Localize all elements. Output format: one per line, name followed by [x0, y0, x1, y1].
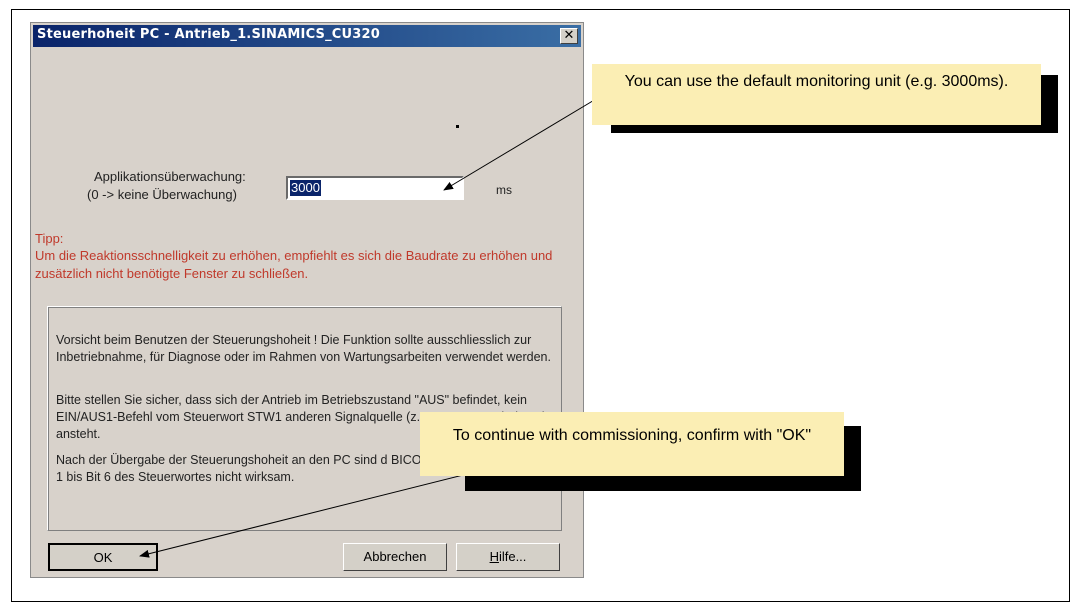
- monitoring-label-line2: (0 -> keine Überwachung): [87, 187, 237, 202]
- dialog-title: Steuerhoheit PC - Antrieb_1.SINAMICS_CU3…: [37, 27, 381, 42]
- title-bar[interactable]: Steuerhoheit PC - Antrieb_1.SINAMICS_CU3…: [33, 25, 581, 47]
- help-accelerator: H: [489, 549, 499, 564]
- ok-button[interactable]: OK: [48, 543, 158, 571]
- monitoring-time-value: 3000: [290, 180, 321, 196]
- monitoring-label-line1: Applikationsüberwachung:: [94, 169, 246, 184]
- callout-confirm: To continue with commissioning, confirm …: [420, 412, 844, 476]
- close-icon[interactable]: ✕: [560, 28, 578, 44]
- tip-heading: Tipp:: [35, 231, 64, 246]
- control-priority-dialog: Steuerhoheit PC - Antrieb_1.SINAMICS_CU3…: [30, 22, 584, 578]
- cancel-button[interactable]: Abbrechen: [343, 543, 447, 571]
- help-button[interactable]: Hilfe...: [456, 543, 560, 571]
- callout-monitoring: You can use the default monitoring unit …: [592, 64, 1041, 125]
- monitoring-time-input[interactable]: 3000: [286, 176, 464, 200]
- unit-label: ms: [496, 183, 512, 197]
- decorative-dot: [456, 125, 459, 128]
- warning-paragraph-1: Vorsicht beim Benutzen der Steuerungshoh…: [56, 333, 551, 364]
- help-label-rest: ilfe...: [498, 549, 527, 564]
- tip-text: Um die Reaktionsschnelligkeit zu erhöhen…: [35, 248, 553, 281]
